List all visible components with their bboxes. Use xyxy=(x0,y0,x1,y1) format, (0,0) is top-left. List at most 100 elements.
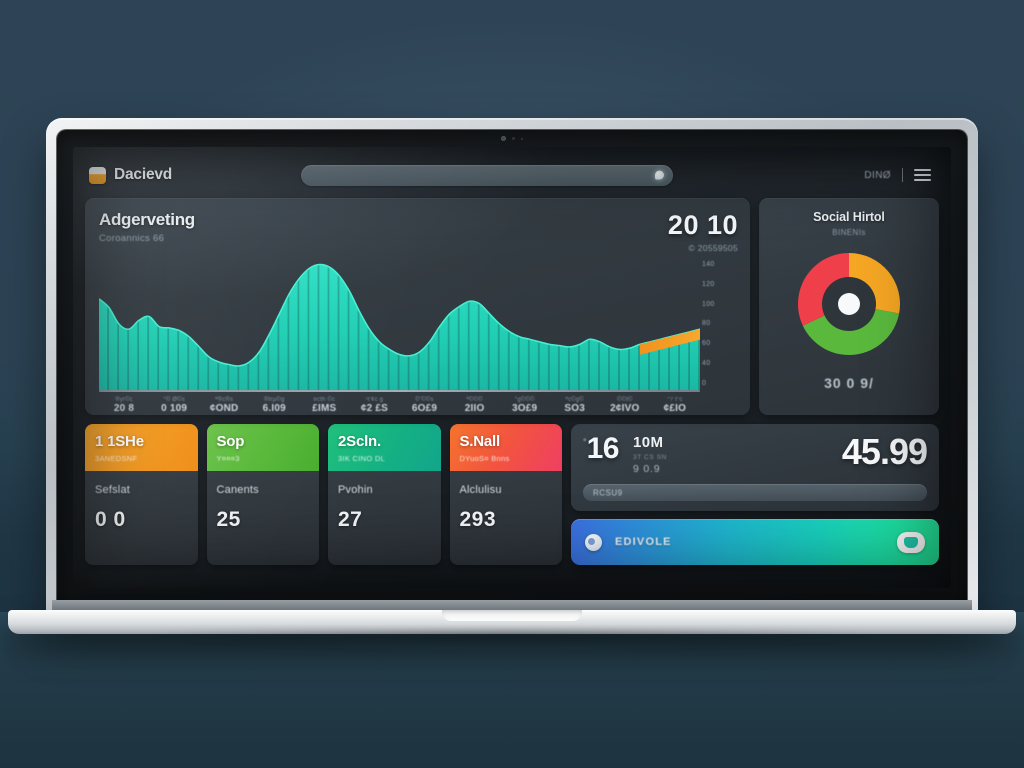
appbar-link[interactable]: DINØ xyxy=(864,170,891,181)
app-top-bar: Dacievd DINØ xyxy=(85,157,939,193)
chart-x-axis: ®yr©c 20 8 °© Ø©s 0 109 ª®c®s ¢OND ®trµ©g 6.I09… xyxy=(99,397,700,414)
kpi-card-group: 1 1SHe 3ANEDSNF Sefslat 0 0 Sop Y¤¤¤3 Ca… xyxy=(85,424,562,565)
traffic-chart-card: Adgerveting Coroannics 66 20 10 © 205595… xyxy=(85,198,750,415)
stat-secondary-value: 9 0.9 xyxy=(632,463,661,475)
kpi-card-4-subtitle: DYuoS¤ Bnns xyxy=(459,454,510,463)
chart-y-tick-2: 100 xyxy=(702,300,715,308)
chart-x-tick-0: ®yr©c 20 8 xyxy=(113,397,135,414)
kpi-card-2-subtitle: Y¤¤¤3 xyxy=(216,454,240,463)
chart-x-tick-9: ªc©g© SO3 xyxy=(564,397,586,414)
kpi-card-1-title: 1 1SHe xyxy=(95,433,144,450)
stat-headline-value: 45.99 xyxy=(841,431,928,472)
stats-row: ° 16 10M 3T CS SN 9 0.9 45.99 xyxy=(583,431,928,476)
chart-y-tick-1: 120 xyxy=(702,280,715,288)
stat-secondary: 10M 3T CS SN 9 0.9 xyxy=(633,434,667,475)
kpi-card-2-value: 25 xyxy=(216,508,241,531)
cta-button-label: EDIVOLE xyxy=(615,536,672,548)
chart-x-tick-3: ®trµ©g 6.I09 xyxy=(262,397,286,414)
cta-button[interactable]: EDIVOLE xyxy=(571,519,939,565)
laptop-lid: Dacievd DINØ Adgerveting Coroannics 66 2… xyxy=(46,118,978,618)
chart-x-tick-10: ©©t© 2¢IVO xyxy=(610,397,640,414)
chart-kpi: 20 10 © 20559505 xyxy=(668,210,738,253)
hamburger-menu-icon[interactable] xyxy=(914,168,931,182)
kpi-card-3-title: 2Scln. xyxy=(338,433,381,450)
stat-secondary-title: 10M xyxy=(632,434,664,451)
kpi-card-2[interactable]: Sop Y¤¤¤3 Canents 25 xyxy=(206,424,320,565)
chart-x-tick-2: ª®c®s ¢OND xyxy=(209,397,239,414)
social-media-card: Social Hirtol BINENIs 30 0 9/ xyxy=(759,198,939,415)
dashboard-right-column: Social Hirtol BINENIs 30 0 9/ xyxy=(759,198,939,415)
kpi-card-1[interactable]: 1 1SHe 3ANEDSNF Sefslat 0 0 xyxy=(85,424,198,565)
kpi-card-1-label: Sefslat xyxy=(95,484,131,496)
kpi-card-4-label: Alclulisu xyxy=(459,484,502,496)
chart-y-tick-4: 60 xyxy=(702,340,711,348)
laptop-screen: Dacievd DINØ Adgerveting Coroannics 66 2… xyxy=(73,147,951,588)
dashboard-grid: Adgerveting Coroannics 66 20 10 © 205595… xyxy=(85,198,939,415)
kpi-card-2-header: Sop Y¤¤¤3 xyxy=(206,424,319,471)
search-input[interactable] xyxy=(301,164,673,186)
kpi-card-1-value: 0 0 xyxy=(95,508,126,531)
kpi-card-1-body: Sefslat 0 0 xyxy=(85,471,198,565)
donut-chart[interactable] xyxy=(790,245,908,368)
kpi-card-4[interactable]: S.Nall DYuoS¤ Bnns Alclulisu 293 xyxy=(449,424,563,565)
donut-title: Social Hirtol xyxy=(813,210,885,224)
chart-kpi-value: 20 10 xyxy=(667,210,738,240)
brand[interactable]: Dacievd xyxy=(89,166,239,184)
appbar-divider xyxy=(902,168,903,182)
kpi-card-3[interactable]: 2Scln. 3IK CINO DL Pvohin 27 xyxy=(328,424,441,565)
donut-center-dot xyxy=(838,293,860,315)
laptop-bezel: Dacievd DINØ Adgerveting Coroannics 66 2… xyxy=(57,130,967,604)
chart-y-tick-6: 0 xyxy=(702,379,707,387)
donut-chart-svg xyxy=(797,253,901,356)
kpi-card-4-title: S.Nall xyxy=(459,433,501,450)
progress-bar-label: RCSU9 xyxy=(593,488,623,497)
progress-bar[interactable]: RCSU9 xyxy=(583,484,927,501)
donut-value-label: 30 0 9/ xyxy=(824,375,874,391)
chart-x-tick-7: ª©©© 2IIO xyxy=(464,397,485,414)
area-chart-plot[interactable]: 140 120 100 80 60 40 0 xyxy=(99,257,714,390)
kpi-card-3-subtitle: 3IK CINO DL xyxy=(338,454,386,463)
brand-name: Dacievd xyxy=(114,166,173,183)
chart-x-tick-4: ¤cth ©c £IMS xyxy=(312,397,337,414)
kpi-card-4-body: Alclulisu 293 xyxy=(450,471,563,565)
kpi-card-2-body: Canents 25 xyxy=(207,471,320,565)
donut-subtitle: BINENIs xyxy=(832,228,866,237)
stat-primary-value: 16 xyxy=(586,432,620,465)
stats-panel: ° 16 10M 3T CS SN 9 0.9 45.99 RCSU9 xyxy=(571,424,939,511)
chart-x-tick-11: °? t°c ¢£IO xyxy=(663,397,687,414)
chart-title: Adgerveting xyxy=(99,210,195,229)
dashboard-left-column: Adgerveting Coroannics 66 20 10 © 205595… xyxy=(85,198,750,415)
app-bar-actions: DINØ xyxy=(864,168,935,182)
kpi-card-4-header: S.Nall DYuoS¤ Bnns xyxy=(449,424,562,471)
area-chart-svg xyxy=(99,263,700,390)
chart-subtitle: Coroannics 66 xyxy=(99,233,165,244)
app-logo-icon xyxy=(89,166,106,184)
chart-y-tick-0: 140 xyxy=(702,261,715,268)
chart-y-tick-5: 40 xyxy=(702,360,711,368)
chart-x-axis-line xyxy=(99,390,700,392)
chart-x-tick-1: °© Ø©s 0 109 xyxy=(161,397,188,414)
chart-header: Adgerveting Coroannics 66 20 10 © 205595… xyxy=(99,210,738,253)
kpi-card-2-title: Sop xyxy=(216,433,245,450)
kpi-card-3-header: 2Scln. 3IK CINO DL xyxy=(328,424,441,471)
kpi-card-1-header: 1 1SHe 3ANEDSNF xyxy=(85,424,198,471)
chart-x-tick-5: ¹t'¢c g ¢2 £S xyxy=(360,397,388,414)
badge-icon xyxy=(897,531,925,553)
webcam-icon xyxy=(501,136,523,141)
laptop-device: Dacievd DINØ Adgerveting Coroannics 66 2… xyxy=(46,118,978,618)
chart-y-axis: 140 120 100 80 60 40 0 xyxy=(702,261,736,387)
chart-kpi-subtitle: © 20559505 xyxy=(688,243,738,253)
chart-x-tick-8: °g©©© 3O£9 xyxy=(512,397,538,414)
area-chart-bar-texture xyxy=(99,264,700,390)
stats-column: ° 16 10M 3T CS SN 9 0.9 45.99 RCSU9 EDIV… xyxy=(571,424,939,565)
kpi-card-3-value: 27 xyxy=(338,508,363,531)
kpi-card-4-value: 293 xyxy=(459,508,497,531)
stat-secondary-meta: 3T CS SN xyxy=(632,454,667,461)
stat-primary: ° 16 xyxy=(583,434,619,464)
kpi-card-3-body: Pvohin 27 xyxy=(328,471,441,565)
chart-y-tick-3: 80 xyxy=(702,320,711,328)
search-icon[interactable] xyxy=(655,170,664,180)
kpi-card-1-subtitle: 3ANEDSNF xyxy=(95,454,138,463)
laptop-drop-shadow xyxy=(30,632,994,652)
kpi-card-2-label: Canents xyxy=(216,484,259,496)
